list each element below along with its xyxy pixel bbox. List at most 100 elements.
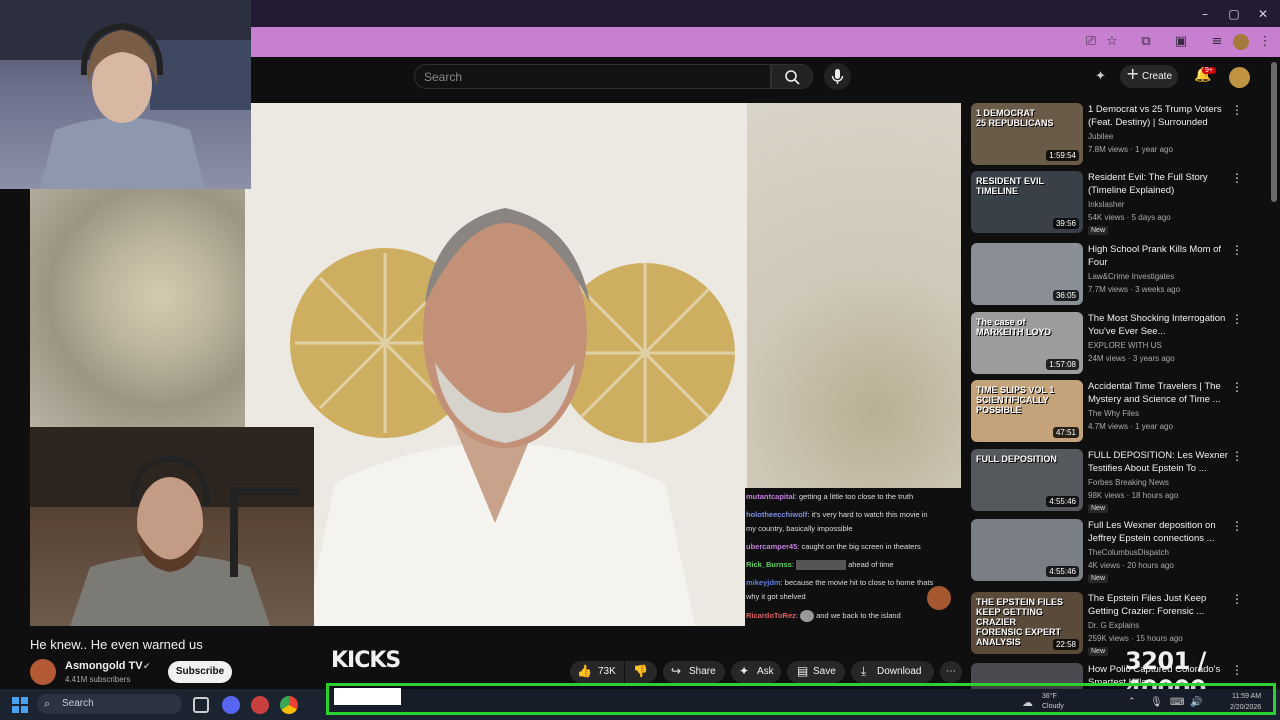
recommendation-item[interactable]: THE EPSTEIN FILES KEEP GETTING CRAZIER F… — [971, 592, 1243, 656]
recommendation-channel[interactable]: Forbes Breaking News — [1088, 478, 1169, 487]
chat-message: holotheecchiwolf: it's very hard to watc… — [746, 510, 928, 519]
recommendation-item[interactable]: The case of MARKEITH LOYD 1:57:08 The Most… — [971, 312, 1243, 374]
recommendation-channel[interactable]: The Why Files — [1088, 409, 1139, 418]
recommendation-title[interactable]: Resident Evil: The Full Story (Timeline … — [1088, 171, 1230, 197]
extensions-icon[interactable]: ⧉ — [1137, 33, 1155, 51]
more-options-icon[interactable]: ⋮ — [1231, 592, 1243, 606]
video-thumbnail[interactable]: RESIDENT EVIL TIMELINE 39:56 — [971, 171, 1083, 233]
new-badge: New — [1088, 574, 1109, 583]
profile-avatar-icon[interactable] — [1233, 34, 1249, 50]
voice-search-button[interactable] — [824, 63, 851, 90]
recommendation-channel[interactable]: Inkslasher — [1088, 200, 1124, 209]
channel-name[interactable]: Asmongold TV — [65, 660, 143, 672]
recommendation-title[interactable]: 1 Democrat vs 25 Trump Voters (Feat. Des… — [1088, 103, 1230, 129]
recommendation-title[interactable]: High School Prank Kills Mom of Four — [1088, 243, 1230, 269]
browser-menu-icon[interactable]: ⋮ — [1256, 33, 1274, 51]
notification-count-badge: 9+ — [1202, 67, 1216, 74]
task-view-icon[interactable] — [193, 697, 209, 713]
search-placeholder: Search — [424, 70, 463, 84]
network-icon[interactable]: ⌨ — [1170, 697, 1184, 708]
more-options-icon[interactable]: ⋮ — [1231, 663, 1241, 677]
recommendation-meta: 7.8M views · 1 year ago — [1088, 145, 1173, 154]
more-options-icon[interactable]: ⋮ — [1231, 312, 1243, 326]
more-actions-button[interactable]: ⋯ — [940, 661, 962, 683]
recommendation-channel[interactable]: Dr. G Explains — [1088, 621, 1139, 630]
recommendation-title[interactable]: Full Les Wexner deposition on Jeffrey Ep… — [1088, 519, 1230, 545]
search-input[interactable] — [414, 64, 771, 89]
recommendation-meta: 7.7M views · 3 weeks ago — [1088, 285, 1181, 294]
video-thumbnail[interactable]: 4:55:46 — [971, 519, 1083, 581]
maximize-button[interactable]: ▢ — [1225, 5, 1243, 23]
recommendation-meta: 259K views · 15 hours ago — [1088, 634, 1183, 643]
more-options-icon[interactable]: ⋮ — [1231, 519, 1243, 533]
chat-message: Rick_Burnss: ahead of time — [746, 560, 894, 571]
thumbnail-text: FULL DEPOSITION — [976, 454, 1057, 464]
new-badge: New — [1088, 504, 1109, 513]
volume-icon[interactable]: 🔊 — [1190, 697, 1202, 708]
chevron-up-icon[interactable]: ⌃ — [1128, 697, 1136, 707]
recommendation-channel[interactable]: TheColumbusDispatch — [1088, 548, 1169, 557]
scrollbar[interactable] — [1271, 62, 1277, 202]
video-thumbnail[interactable]: 1 DEMOCRAT 25 REPUBLICANS 1:59:54 — [971, 103, 1083, 165]
streamer-webcam-top — [0, 0, 251, 189]
overlay-progress-fill — [334, 688, 401, 705]
install-app-icon[interactable]: ⎚ — [1082, 33, 1100, 51]
recommendation-meta: 4.7M views · 1 year ago — [1088, 422, 1173, 431]
more-options-icon[interactable]: ⋮ — [1231, 103, 1243, 117]
duration-badge: 4:55:46 — [1046, 566, 1079, 577]
minimize-button[interactable]: – — [1196, 5, 1214, 23]
plus-icon: + — [1126, 64, 1140, 83]
search-button[interactable] — [771, 64, 813, 89]
reading-list-icon[interactable]: ≡ — [1208, 33, 1226, 51]
recommendation-item[interactable]: 36:05 High School Prank Kills Mom of Four… — [971, 243, 1243, 305]
chrome-icon[interactable] — [280, 696, 298, 714]
more-options-icon[interactable]: ⋮ — [1231, 171, 1243, 185]
channel-avatar[interactable] — [30, 659, 56, 685]
recommendation-title[interactable]: Accidental Time Travelers | The Mystery … — [1088, 380, 1230, 406]
recommendation-channel[interactable]: EXPLORE WITH US — [1088, 341, 1162, 350]
video-thumbnail[interactable]: 36:05 — [971, 243, 1083, 305]
duration-badge: 22:58 — [1052, 639, 1079, 650]
search-icon: ⌕ — [44, 697, 51, 710]
recommendation-item[interactable]: RESIDENT EVIL TIMELINE 39:56 Resident Evil… — [971, 171, 1243, 235]
windows-start-icon[interactable] — [12, 697, 28, 713]
recommendation-channel[interactable]: Law&Crime Investigates — [1088, 272, 1174, 281]
sidebar-icon[interactable]: ▣ — [1172, 33, 1190, 51]
video-thumbnail[interactable]: The case of MARKEITH LOYD 1:57:08 — [971, 312, 1083, 374]
more-options-icon[interactable]: ⋮ — [1231, 449, 1243, 463]
chat-avatar-icon — [927, 586, 951, 610]
recommendation-item[interactable]: 1 DEMOCRAT 25 REPUBLICANS 1:59:54 1 Democr… — [971, 103, 1243, 165]
taskbar-search-box[interactable]: Search — [37, 694, 182, 714]
cast-icon[interactable]: ✦ — [1095, 69, 1106, 84]
recommendation-channel[interactable]: Jubilee — [1088, 132, 1113, 141]
save-button[interactable]: Save — [787, 661, 845, 683]
recommendation-title[interactable]: FULL DEPOSITION: Les Wexner Testifies Ab… — [1088, 449, 1230, 475]
like-count: 73K — [598, 666, 616, 677]
thumbs-up-icon: 👍 — [577, 664, 592, 678]
discord-icon[interactable] — [222, 696, 240, 714]
microphone-tray-icon[interactable]: 🎙 — [1150, 697, 1163, 708]
recommendation-item[interactable]: 4:55:46 Full Les Wexner deposition on Jef… — [971, 519, 1243, 583]
video-thumbnail[interactable]: TIME SLIPS VOL 1 SCIENTIFICALLY POSSIBLE… — [971, 380, 1083, 442]
recommendation-title[interactable]: The Epstein Files Just Keep Getting Craz… — [1088, 592, 1230, 618]
more-options-icon[interactable]: ⋮ — [1231, 243, 1243, 257]
recommendation-meta: 98K views · 18 hours ago — [1088, 491, 1179, 500]
thumbnail-text: 1 DEMOCRAT 25 REPUBLICANS — [976, 108, 1054, 128]
bookmark-star-icon[interactable]: ☆ — [1103, 33, 1121, 51]
chat-message: mikeyjdm: because the movie hit to close… — [746, 578, 934, 587]
recommendation-item[interactable]: TIME SLIPS VOL 1 SCIENTIFICALLY POSSIBLE… — [971, 380, 1243, 442]
video-right-blurred-frame — [747, 103, 961, 488]
subscribe-button[interactable]: Subscribe — [168, 661, 232, 683]
share-icon: ↪ — [671, 664, 682, 678]
cloud-icon: ☁ — [1022, 696, 1033, 709]
recommendation-title[interactable]: The Most Shocking Interrogation You've E… — [1088, 312, 1230, 338]
video-thumbnail[interactable]: THE EPSTEIN FILES KEEP GETTING CRAZIER F… — [971, 592, 1083, 654]
close-window-button[interactable]: ✕ — [1254, 5, 1272, 23]
obs-icon[interactable] — [251, 696, 269, 714]
more-options-icon[interactable]: ⋮ — [1231, 380, 1243, 394]
account-avatar[interactable] — [1229, 67, 1250, 88]
search-icon — [785, 70, 800, 85]
recommendation-item[interactable]: FULL DEPOSITION 4:55:46 FULL DEPOSITION: L… — [971, 449, 1243, 513]
download-icon: ⤓ — [861, 664, 867, 678]
video-thumbnail[interactable]: FULL DEPOSITION 4:55:46 — [971, 449, 1083, 511]
